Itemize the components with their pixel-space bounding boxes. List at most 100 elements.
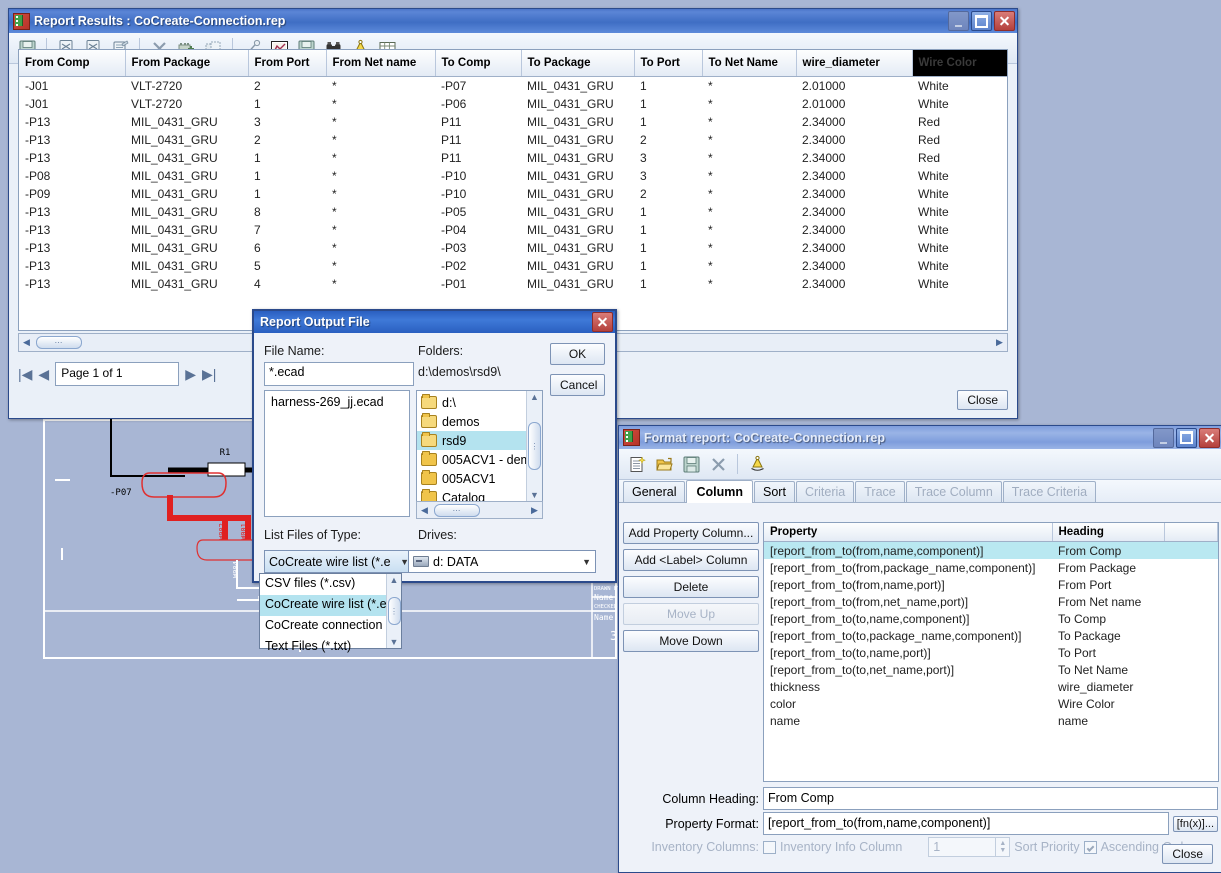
scroll-left-icon[interactable]: ◀	[417, 505, 432, 516]
file-type-menu-scrollbar[interactable]: ▲ ⋮ ▼	[386, 574, 401, 648]
file-type-combo[interactable]: CoCreate wire list (*.e ▼	[264, 550, 414, 573]
format-report-toolbar[interactable]	[619, 449, 1221, 480]
column-header-0[interactable]: From Comp	[19, 50, 125, 77]
fn-builder-button[interactable]: [fn(x)]...	[1173, 816, 1218, 832]
property-format-input[interactable]: [report_from_to(from,name,component)]	[763, 812, 1169, 835]
property-row[interactable]: namename	[764, 712, 1218, 729]
table-row[interactable]: -P13MIL_0431_GRU6*-P03MIL_0431_GRU1*2.34…	[19, 239, 1008, 257]
table-row[interactable]: -P13MIL_0431_GRU7*-P04MIL_0431_GRU1*2.34…	[19, 221, 1008, 239]
column-action-buttons[interactable]: Add Property Column... Add <Label> Column…	[623, 522, 759, 657]
table-row[interactable]: -J01VLT-27202*-P07MIL_0431_GRU1*2.01000W…	[19, 77, 1008, 96]
column-header-2[interactable]: From Port	[248, 50, 326, 77]
close-icon[interactable]	[994, 11, 1015, 31]
pager[interactable]: |◀ ◀ Page 1 of 1 ▶ ▶|	[18, 361, 216, 387]
maximize-icon[interactable]	[971, 11, 992, 31]
button-delete[interactable]: Delete	[623, 576, 759, 598]
format-report-window[interactable]: Format report: CoCreate-Connection.rep G…	[618, 425, 1221, 873]
report-results-close-button[interactable]: Close	[957, 390, 1008, 410]
scroll-right-icon[interactable]: ▶	[992, 337, 1007, 348]
folder-item[interactable]: Catalog	[417, 488, 542, 502]
folder-tree[interactable]: d:\demosrsd9005ACV1 - dem005ACV1Catalog …	[416, 390, 543, 502]
folder-item[interactable]: rsd9	[417, 431, 542, 450]
ascending-order-checkbox[interactable]	[1084, 841, 1097, 854]
folder-item[interactable]: d:\	[417, 393, 542, 412]
scroll-up-icon[interactable]: ▲	[390, 575, 399, 585]
table-row[interactable]: -P13MIL_0431_GRU3*P11MIL_0431_GRU1*2.340…	[19, 113, 1008, 131]
column-header-1[interactable]: From Package	[125, 50, 248, 77]
property-row[interactable]: colorWire Color	[764, 695, 1218, 712]
property-row[interactable]: [report_from_to(from,name,port)]From Por…	[764, 576, 1218, 593]
inventory-info-column-checkbox[interactable]	[763, 841, 776, 854]
tab-sort[interactable]: Sort	[754, 481, 795, 502]
table-row[interactable]: -P13MIL_0431_GRU8*-P05MIL_0431_GRU1*2.34…	[19, 203, 1008, 221]
scroll-thumb[interactable]: ⋯	[434, 504, 480, 517]
format-report-close-button[interactable]: Close	[1162, 844, 1213, 864]
column-header-5[interactable]: To Package	[521, 50, 634, 77]
tab-column[interactable]: Column	[686, 480, 753, 503]
prev-page-icon[interactable]: ◀	[38, 367, 49, 381]
property-row[interactable]: [report_from_to(from,name,component)]Fro…	[764, 542, 1218, 560]
scroll-thumb[interactable]: ⋮	[528, 422, 541, 470]
table-row[interactable]: -P13MIL_0431_GRU5*-P02MIL_0431_GRU1*2.34…	[19, 257, 1008, 275]
minimize-icon[interactable]	[948, 11, 969, 31]
property-column-table[interactable]: PropertyHeading [report_from_to(from,nam…	[763, 522, 1219, 782]
open-report-icon[interactable]	[652, 452, 676, 476]
column-header-3[interactable]: From Net name	[326, 50, 435, 77]
button-add-property-column[interactable]: Add Property Column...	[623, 522, 759, 544]
property-column-header-0[interactable]: Property	[764, 523, 1052, 542]
maximize-icon[interactable]	[1176, 428, 1197, 448]
file-type-dropdown-menu[interactable]: CSV files (*.csv)CoCreate wire list (*.e…	[259, 573, 402, 649]
button-add-label-column[interactable]: Add <Label> Column	[623, 549, 759, 571]
property-row[interactable]: [report_from_to(to,name,port)]To Port	[764, 644, 1218, 661]
property-row[interactable]: [report_from_to(to,net_name,port)]To Net…	[764, 661, 1218, 678]
report-results-grid[interactable]: From CompFrom PackageFrom PortFrom Net n…	[18, 49, 1008, 331]
format-report-tabs[interactable]: GeneralColumnSortCriteriaTraceTrace Colu…	[619, 480, 1221, 503]
folder-item[interactable]: 005ACV1 - dem	[417, 450, 542, 469]
file-type-option[interactable]: CoCreate connection	[260, 616, 387, 637]
property-row[interactable]: [report_from_to(to,package_name,componen…	[764, 627, 1218, 644]
table-row[interactable]: -P09MIL_0431_GRU1*-P10MIL_0431_GRU2*2.34…	[19, 185, 1008, 203]
folder-item[interactable]: demos	[417, 412, 542, 431]
delete-report-icon[interactable]	[706, 452, 730, 476]
scroll-left-icon[interactable]: ◀	[19, 337, 34, 348]
table-row[interactable]: -P08MIL_0431_GRU1*-P10MIL_0431_GRU3*2.34…	[19, 167, 1008, 185]
file-type-option[interactable]: Text Files (*.txt)	[260, 637, 387, 658]
file-list-item[interactable]: harness-269_jj.ecad	[265, 391, 409, 413]
new-report-icon[interactable]	[625, 452, 649, 476]
ok-button[interactable]: OK	[550, 343, 605, 365]
property-column-header-1[interactable]: Heading	[1052, 523, 1164, 542]
highlight-icon[interactable]	[745, 452, 769, 476]
button-move-down[interactable]: Move Down	[623, 630, 759, 652]
table-row[interactable]: -P13MIL_0431_GRU1*P11MIL_0431_GRU3*2.340…	[19, 149, 1008, 167]
page-indicator[interactable]: Page 1 of 1	[55, 362, 179, 386]
property-column-header-2[interactable]	[1164, 523, 1218, 542]
format-report-titlebar[interactable]: Format report: CoCreate-Connection.rep	[619, 426, 1221, 449]
report-output-file-dialog[interactable]: Report Output File File Name: *.ecad har…	[252, 309, 617, 583]
cancel-button[interactable]: Cancel	[550, 374, 605, 396]
file-list[interactable]: harness-269_jj.ecad	[264, 390, 410, 517]
table-row[interactable]: -P13MIL_0431_GRU4*-P01MIL_0431_GRU1*2.34…	[19, 275, 1008, 293]
report-results-titlebar[interactable]: Report Results : CoCreate-Connection.rep	[9, 9, 1017, 33]
column-header-8[interactable]: wire_diameter	[796, 50, 912, 77]
property-row[interactable]: [report_from_to(from,net_name,port)]From…	[764, 593, 1218, 610]
table-row[interactable]: -P13MIL_0431_GRU2*P11MIL_0431_GRU2*2.340…	[19, 131, 1008, 149]
scroll-right-icon[interactable]: ▶	[527, 505, 542, 516]
last-page-icon[interactable]: ▶|	[202, 367, 216, 381]
scroll-down-icon[interactable]: ▼	[390, 637, 399, 647]
close-icon[interactable]	[592, 312, 613, 332]
drives-combo[interactable]: d: DATA ▼	[408, 550, 596, 573]
save-report-icon[interactable]	[679, 452, 703, 476]
column-header-9[interactable]: Wire Color	[912, 50, 1008, 77]
next-page-icon[interactable]: ▶	[185, 367, 196, 381]
scroll-thumb[interactable]: ⋮	[388, 597, 401, 625]
scroll-thumb[interactable]: ⋯	[36, 336, 82, 349]
column-header-7[interactable]: To Net Name	[702, 50, 796, 77]
column-header-4[interactable]: To Comp	[435, 50, 521, 77]
property-row[interactable]: [report_from_to(from,package_name,compon…	[764, 559, 1218, 576]
scroll-up-icon[interactable]: ▲	[530, 392, 539, 402]
sort-priority-stepper[interactable]: 1 ▲▼	[928, 837, 1010, 857]
property-row[interactable]: [report_from_to(to,name,component)]To Co…	[764, 610, 1218, 627]
file-type-option[interactable]: CSV files (*.csv)	[260, 574, 387, 595]
tab-general[interactable]: General	[623, 481, 685, 502]
folder-tree-hscrollbar[interactable]: ◀ ⋯ ▶	[416, 501, 543, 519]
